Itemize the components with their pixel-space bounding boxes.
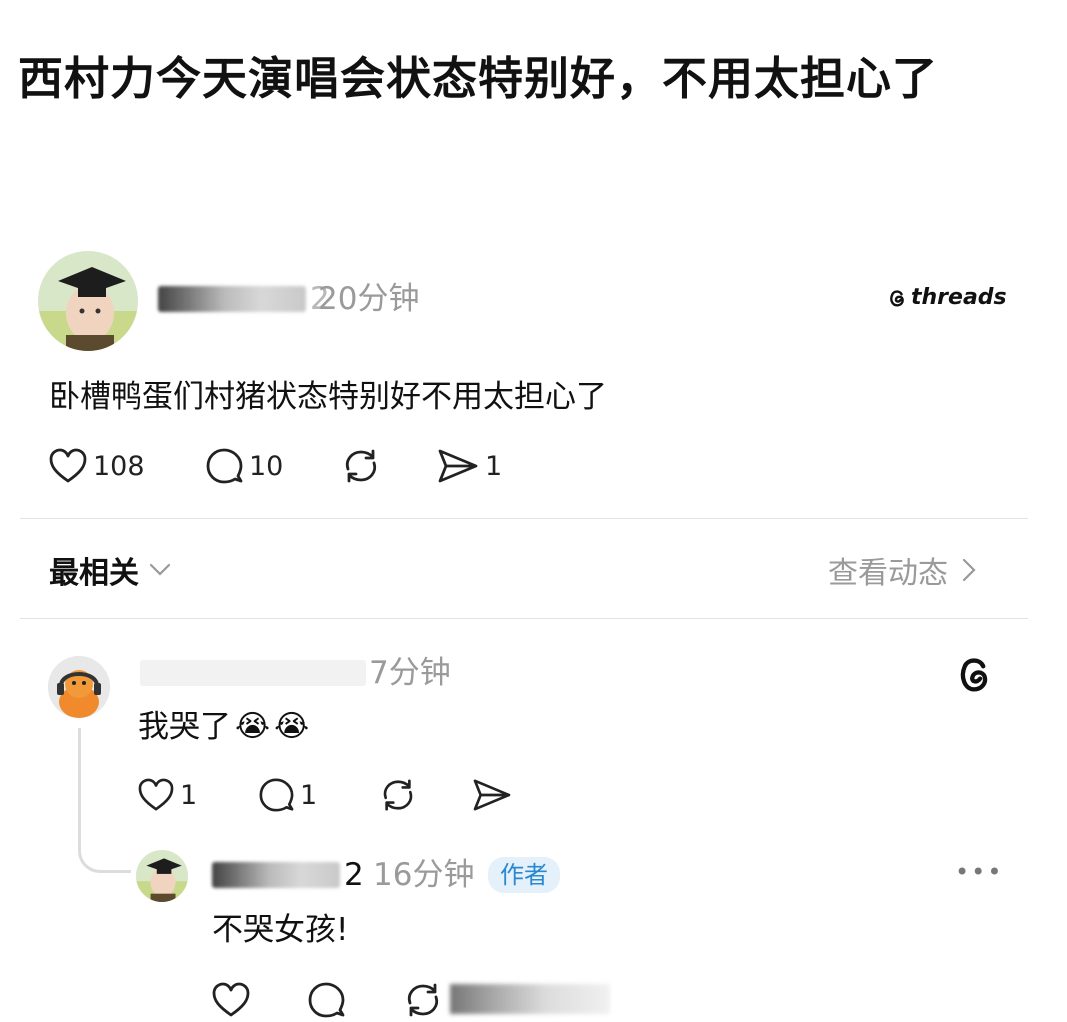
reply-time: 16分钟	[373, 857, 475, 893]
redacted-overlay	[450, 984, 610, 1014]
post-author-avatar[interactable]	[38, 251, 138, 351]
threads-logo-icon	[886, 287, 908, 309]
view-activity-label: 查看动态	[828, 556, 948, 591]
redacted-username	[212, 862, 340, 888]
thread-connector-line	[78, 728, 131, 873]
post-like-button[interactable]: 108	[49, 444, 145, 488]
comment-time: 7分钟	[369, 655, 451, 691]
crying-emoji: 😭	[235, 709, 271, 744]
repost-icon	[378, 777, 418, 813]
reply-repost-button[interactable]	[402, 980, 444, 1020]
repost-icon	[340, 447, 382, 485]
post-share-count: 1	[485, 450, 503, 482]
comment-icon	[205, 447, 243, 485]
post-reply-count: 10	[249, 450, 284, 482]
sort-dropdown[interactable]: 最相关	[49, 548, 171, 592]
chevron-down-icon	[149, 563, 171, 577]
comment-share-button[interactable]	[472, 775, 512, 815]
sort-label: 最相关	[49, 556, 139, 591]
page-title: 西村力今天演唱会状态特别好，不用太担心了	[18, 52, 939, 105]
post-repost-button[interactable]	[340, 444, 382, 488]
repost-icon	[402, 981, 444, 1019]
post-reply-button[interactable]: 10	[205, 444, 283, 488]
redacted-username	[140, 660, 366, 686]
comment-username[interactable]	[140, 653, 366, 693]
comment-reply-count: 1	[300, 779, 318, 811]
reply-author-avatar[interactable]	[136, 850, 188, 902]
comment-text-row: 我哭了 😭 😭	[138, 705, 309, 749]
post-username[interactable]: 2	[158, 279, 330, 319]
comment-like-button[interactable]: 1	[138, 775, 197, 815]
post-share-button[interactable]: 1	[437, 444, 502, 488]
comment-repost-button[interactable]	[378, 775, 418, 815]
post-like-count: 108	[93, 450, 145, 482]
post-time: 20分钟	[318, 281, 420, 317]
send-icon	[472, 778, 512, 812]
threads-wordmark: threads	[911, 285, 1007, 310]
view-activity-link[interactable]: 查看动态	[828, 548, 976, 592]
reply-like-button[interactable]	[212, 980, 250, 1020]
threads-icon[interactable]	[955, 654, 993, 694]
heart-icon	[49, 448, 87, 484]
comment-reply-button[interactable]: 1	[258, 775, 317, 815]
redacted-username	[158, 286, 306, 312]
threads-brand: threads	[886, 285, 1007, 310]
crying-emoji: 😭	[274, 709, 310, 744]
author-badge: 作者	[488, 857, 560, 893]
reply-text: 不哭女孩!	[212, 912, 349, 948]
send-icon	[437, 448, 479, 484]
heart-icon	[212, 982, 250, 1018]
comment-icon	[258, 777, 294, 813]
reply-reply-button[interactable]	[307, 980, 345, 1020]
chevron-right-icon	[962, 558, 976, 582]
post-text: 卧槽鸭蛋们村猪状态特别好不用太担心了	[49, 379, 607, 415]
heart-icon	[138, 778, 174, 812]
comment-icon	[307, 981, 345, 1019]
reply-username[interactable]: 2	[212, 855, 364, 895]
reply-username-tail: 2	[344, 857, 364, 893]
comment-text: 我哭了	[138, 709, 231, 745]
comment-like-count: 1	[180, 779, 198, 811]
more-options-icon[interactable]: •••	[955, 858, 1003, 886]
divider	[20, 518, 1028, 519]
comment-avatar[interactable]	[48, 656, 110, 718]
divider	[20, 618, 1028, 619]
